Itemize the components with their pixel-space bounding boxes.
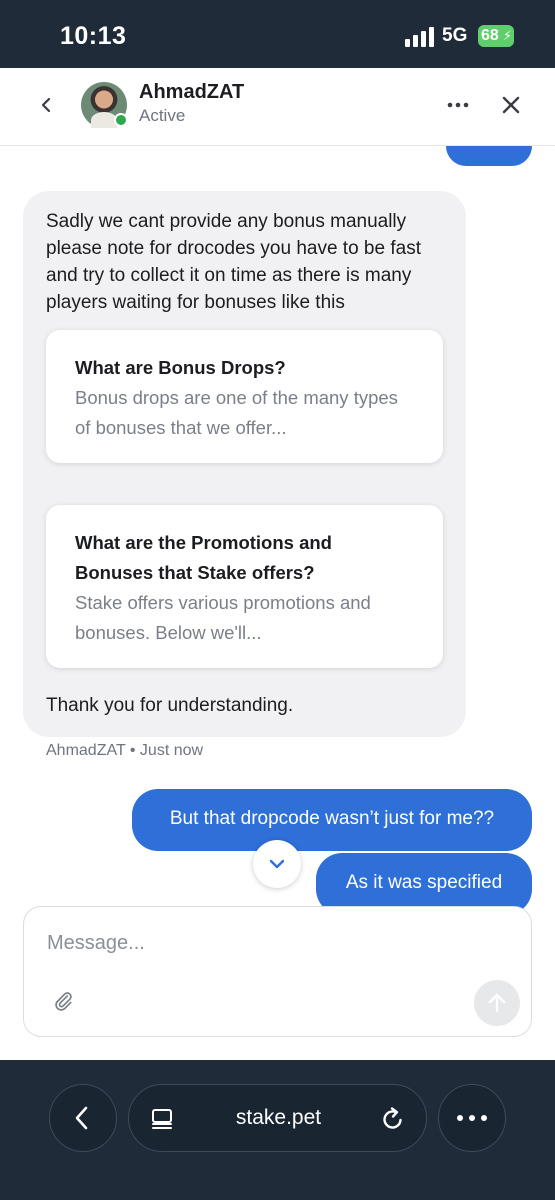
agent-name: AhmadZAT [139,81,245,103]
chat-header: AhmadZAT Active [0,68,555,146]
arrow-up-icon [488,993,506,1013]
message-input[interactable] [47,927,487,959]
chevron-left-icon [75,1106,88,1130]
article-card-title: What are Bonus Drops? [75,357,286,378]
paperclip-icon[interactable] [52,990,76,1014]
battery-icon: 68 ⚡ [478,25,514,47]
message-composer [23,906,532,1037]
browser-back-button[interactable] [49,1084,117,1152]
agent-message-text: Sadly we cant provide any bonus manually… [46,211,421,313]
article-card-title: What are the Promotions and Bonuses that… [75,532,332,583]
signal-icon [405,27,435,47]
browser-menu-button[interactable] [438,1084,506,1152]
article-card-bonus-drops[interactable]: What are Bonus Drops? Bonus drops are on… [46,330,443,463]
chat-widget: AhmadZAT Active Sadly we cant provide an… [0,68,555,1060]
message-meta: AhmadZAT • Just now [46,742,204,759]
article-card-promotions[interactable]: What are the Promotions and Bonuses that… [46,505,443,668]
close-icon[interactable] [498,92,524,118]
agent-message-bubble: Sadly we cant provide any bonus manually… [23,191,466,737]
more-options-icon[interactable] [446,94,470,116]
article-card-description: Bonus drops are one of the many types of… [75,387,398,438]
article-card-description: Stake offers various promotions and bonu… [75,592,371,643]
battery-level: 68 [481,27,499,44]
reload-icon[interactable] [379,1105,407,1133]
status-bar: 10:13 5G 68 ⚡ [0,0,555,68]
browser-toolbar: stake.pet [0,1060,555,1200]
back-icon[interactable] [36,94,58,116]
scroll-to-bottom-button[interactable] [253,840,301,888]
agent-status: Active [139,106,186,125]
chevron-down-icon [269,859,285,869]
more-options-icon [457,1115,487,1121]
online-status-dot [114,113,128,127]
status-time: 10:13 [60,22,127,50]
network-label: 5G [442,25,468,46]
send-button[interactable] [474,980,520,1026]
address-bar[interactable]: stake.pet [128,1084,427,1152]
user-message-bubble: But that dropcode wasn’t just for me?? [132,789,532,851]
agent-closing-text: Thank you for understanding. [46,695,294,716]
